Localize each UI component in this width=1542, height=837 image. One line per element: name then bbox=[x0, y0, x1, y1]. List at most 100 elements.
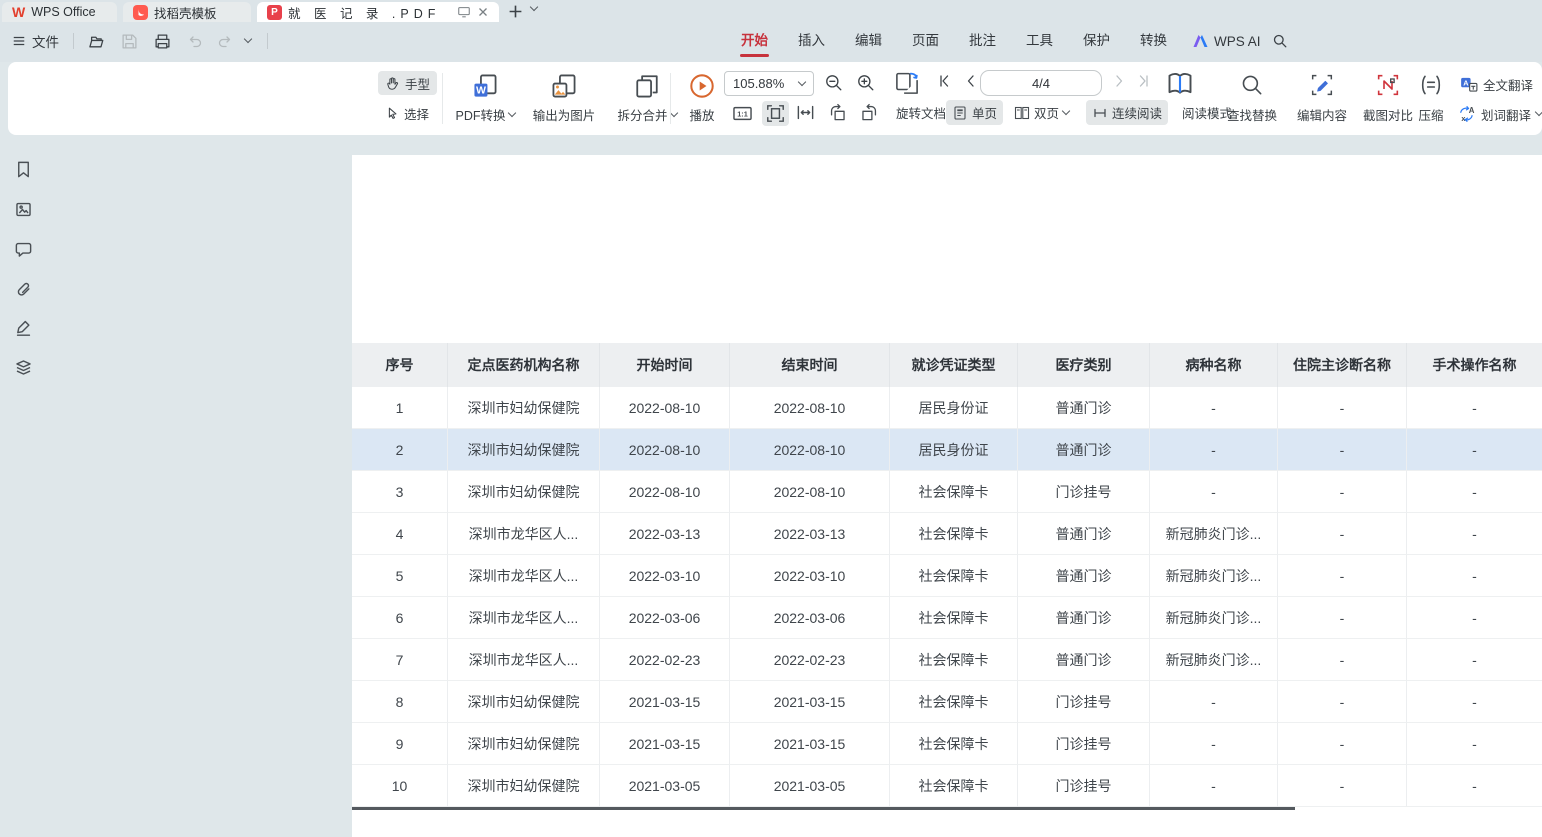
signature-icon[interactable] bbox=[12, 316, 34, 338]
single-page-button[interactable]: 单页 bbox=[946, 100, 1003, 125]
table-cell: 2021-03-15 bbox=[730, 723, 890, 765]
table-row[interactable]: 2深圳市妇幼保健院2022-08-102022-08-10居民身份证普通门诊--… bbox=[352, 429, 1542, 471]
next-page-icon[interactable] bbox=[1112, 74, 1126, 88]
wps-ai-label: WPS AI bbox=[1214, 34, 1261, 49]
table-row[interactable]: 5深圳市龙华区人...2022-03-102022-03-10社会保障卡普通门诊… bbox=[352, 555, 1542, 597]
thumbnail-panel-icon[interactable] bbox=[12, 198, 34, 220]
menu-tab[interactable]: 页面 bbox=[897, 22, 954, 60]
history-chevron-icon[interactable] bbox=[244, 35, 252, 43]
table-cell: 新冠肺炎门诊... bbox=[1150, 597, 1278, 639]
table-row[interactable]: 9深圳市妇幼保健院2021-03-152021-03-15社会保障卡门诊挂号--… bbox=[352, 723, 1542, 765]
select-tool-button[interactable]: 选择 bbox=[378, 101, 436, 125]
table-cell: - bbox=[1407, 471, 1542, 513]
zoom-level-select[interactable]: 105.88% bbox=[724, 71, 814, 96]
hand-tool-label: 手型 bbox=[405, 74, 430, 93]
table-cell: 2021-03-05 bbox=[600, 765, 730, 807]
hand-tool-button[interactable]: 手型 bbox=[378, 71, 437, 95]
table-cell: - bbox=[1407, 555, 1542, 597]
comment-panel-icon[interactable] bbox=[12, 238, 34, 260]
edit-content-button[interactable]: 编辑内容 bbox=[1290, 71, 1354, 127]
table-header-row: 序号定点医药机构名称开始时间结束时间就诊凭证类型医疗类别病种名称住院主诊断名称手… bbox=[352, 343, 1542, 387]
bookmark-icon[interactable] bbox=[12, 158, 34, 180]
read-mode-book-icon[interactable] bbox=[1166, 69, 1194, 97]
table-cell: 2022-03-13 bbox=[600, 513, 730, 555]
undo-icon[interactable] bbox=[187, 33, 203, 49]
table-cell: 普通门诊 bbox=[1018, 387, 1150, 429]
table-row[interactable]: 1深圳市妇幼保健院2022-08-102022-08-10居民身份证普通门诊--… bbox=[352, 387, 1542, 429]
tab-wps-office[interactable]: W WPS Office bbox=[2, 2, 117, 22]
table-row[interactable]: 8深圳市妇幼保健院2021-03-152021-03-15社会保障卡门诊挂号--… bbox=[352, 681, 1542, 723]
monitor-icon[interactable] bbox=[457, 5, 471, 19]
close-icon[interactable] bbox=[477, 6, 489, 18]
menu-tab[interactable]: 插入 bbox=[783, 22, 840, 60]
table-row[interactable]: 10深圳市妇幼保健院2021-03-052021-03-05社会保障卡门诊挂号-… bbox=[352, 765, 1542, 807]
open-file-icon[interactable] bbox=[88, 33, 105, 50]
continuous-read-icon bbox=[1092, 105, 1108, 121]
table-cell: 2021-03-15 bbox=[730, 681, 890, 723]
prev-page-icon[interactable] bbox=[964, 74, 978, 88]
double-page-button[interactable]: 双页 bbox=[1008, 100, 1075, 125]
rotate-document-button[interactable]: 旋转文档 bbox=[890, 100, 952, 125]
continuous-read-button[interactable]: 连续阅读 bbox=[1086, 100, 1168, 125]
fit-width-icon[interactable] bbox=[796, 103, 815, 122]
rotate-right-icon[interactable] bbox=[860, 103, 879, 122]
wps-ai-button[interactable]: WPS AI bbox=[1192, 22, 1261, 60]
find-replace-label: 查找替换 bbox=[1227, 105, 1277, 124]
menu-tab[interactable]: 开始 bbox=[726, 22, 783, 60]
menu-tab[interactable]: 批注 bbox=[954, 22, 1011, 60]
first-page-icon[interactable] bbox=[938, 74, 952, 88]
new-tab-button[interactable] bbox=[508, 4, 523, 19]
print-icon[interactable] bbox=[154, 33, 171, 50]
full-translate-button[interactable]: A 全文翻译 bbox=[1460, 72, 1533, 96]
export-image-button[interactable]: 输出为图片 bbox=[524, 71, 604, 127]
zoom-out-icon[interactable] bbox=[824, 73, 844, 93]
rotate-left-icon[interactable] bbox=[828, 103, 847, 122]
last-page-icon[interactable] bbox=[1136, 74, 1150, 88]
file-menu-button[interactable]: 文件 bbox=[32, 31, 59, 51]
play-label: 播放 bbox=[689, 105, 714, 124]
menu-tab[interactable]: 工具 bbox=[1011, 22, 1068, 60]
tab-docer-templates[interactable]: 找稻壳模板 bbox=[123, 2, 251, 22]
one-to-one-icon[interactable]: 1:1 bbox=[732, 103, 753, 124]
table-cell: 新冠肺炎门诊... bbox=[1150, 555, 1278, 597]
save-icon[interactable] bbox=[121, 33, 138, 50]
zoom-in-icon[interactable] bbox=[856, 73, 876, 93]
attachment-icon[interactable] bbox=[12, 278, 34, 300]
layers-icon[interactable] bbox=[12, 356, 34, 378]
fit-page-icon[interactable] bbox=[762, 101, 789, 126]
tab-document-active[interactable]: P 就 医 记 录 .PDF bbox=[257, 2, 499, 22]
tab-list-chevron-icon[interactable] bbox=[530, 3, 538, 11]
find-replace-button[interactable]: 查找替换 bbox=[1220, 71, 1284, 127]
play-button[interactable]: 播放 bbox=[680, 71, 724, 127]
table-row[interactable]: 7深圳市龙华区人...2022-02-232022-02-23社会保障卡普通门诊… bbox=[352, 639, 1542, 681]
page-arrange-icon[interactable] bbox=[894, 70, 920, 96]
table-body: 1深圳市妇幼保健院2022-08-102022-08-10居民身份证普通门诊--… bbox=[352, 387, 1542, 807]
column-header: 开始时间 bbox=[600, 343, 730, 387]
table-row[interactable]: 6深圳市龙华区人...2022-03-062022-03-06社会保障卡普通门诊… bbox=[352, 597, 1542, 639]
redo-icon[interactable] bbox=[217, 33, 233, 49]
horizontal-scrollbar[interactable] bbox=[352, 807, 1295, 810]
table-cell: 2022-03-10 bbox=[600, 555, 730, 597]
rotate-document-label: 旋转文档 bbox=[896, 103, 946, 122]
table-row[interactable]: 4深圳市龙华区人...2022-03-132022-03-13社会保障卡普通门诊… bbox=[352, 513, 1542, 555]
page-number-input[interactable] bbox=[980, 70, 1102, 96]
menu-tab[interactable]: 转换 bbox=[1125, 22, 1182, 60]
word-translate-button[interactable]: xA 划词翻译 bbox=[1458, 102, 1542, 126]
split-merge-button[interactable]: 拆分合并 bbox=[608, 71, 686, 127]
chevron-down-icon bbox=[798, 77, 806, 85]
table-cell: - bbox=[1407, 513, 1542, 555]
tab-label: WPS Office bbox=[31, 5, 95, 19]
export-image-label: 输出为图片 bbox=[533, 105, 596, 124]
column-header: 序号 bbox=[352, 343, 448, 387]
compress-button[interactable]: 压缩 bbox=[1408, 71, 1454, 127]
table-cell: 普通门诊 bbox=[1018, 639, 1150, 681]
search-icon[interactable] bbox=[1272, 33, 1288, 49]
svg-text:x: x bbox=[1461, 114, 1465, 123]
table-cell: - bbox=[1150, 723, 1278, 765]
pdf-convert-button[interactable]: W PDF转换 bbox=[450, 71, 520, 127]
menu-tab[interactable]: 编辑 bbox=[840, 22, 897, 60]
table-cell: 深圳市妇幼保健院 bbox=[448, 429, 600, 471]
menu-tab[interactable]: 保护 bbox=[1068, 22, 1125, 60]
table-row[interactable]: 3深圳市妇幼保健院2022-08-102022-08-10社会保障卡门诊挂号--… bbox=[352, 471, 1542, 513]
table-cell: 社会保障卡 bbox=[890, 471, 1018, 513]
